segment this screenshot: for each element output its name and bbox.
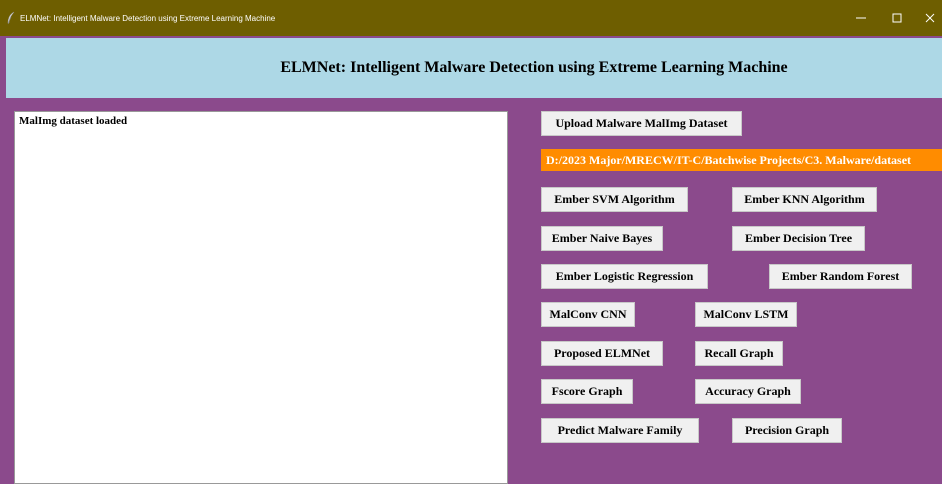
ember-naive-bayes-button[interactable]: Ember Naive Bayes — [541, 226, 663, 251]
dataset-path-label: D:/2023 Major/MRECW/IT-C/Batchwise Proje… — [541, 149, 942, 171]
ember-svm-button[interactable]: Ember SVM Algorithm — [541, 187, 688, 212]
output-text-area[interactable]: MalImg dataset loaded — [14, 111, 508, 484]
precision-graph-button[interactable]: Precision Graph — [732, 418, 842, 443]
window-title: ELMNet: Intelligent Malware Detection us… — [20, 13, 276, 23]
accuracy-graph-button[interactable]: Accuracy Graph — [695, 379, 801, 404]
upload-dataset-button[interactable]: Upload Malware MalImg Dataset — [541, 111, 742, 136]
minimize-icon[interactable] — [841, 0, 881, 36]
fscore-graph-button[interactable]: Fscore Graph — [541, 379, 633, 404]
header-banner: ELMNet: Intelligent Malware Detection us… — [6, 38, 942, 98]
ember-knn-button[interactable]: Ember KNN Algorithm — [732, 187, 877, 212]
close-icon[interactable] — [910, 0, 942, 36]
page-title: ELMNet: Intelligent Malware Detection us… — [280, 59, 788, 76]
ember-random-forest-button[interactable]: Ember Random Forest — [769, 264, 912, 289]
feather-icon — [6, 11, 16, 25]
title-bar[interactable]: ELMNet: Intelligent Malware Detection us… — [0, 0, 942, 36]
recall-graph-button[interactable]: Recall Graph — [695, 341, 783, 366]
malconv-lstm-button[interactable]: MalConv LSTM — [695, 302, 797, 327]
app-window: ELMNet: Intelligent Malware Detection us… — [0, 0, 942, 484]
ember-decision-tree-button[interactable]: Ember Decision Tree — [732, 226, 865, 251]
ember-logistic-regression-button[interactable]: Ember Logistic Regression — [541, 264, 708, 289]
proposed-elmnet-button[interactable]: Proposed ELMNet — [541, 341, 663, 366]
malconv-cnn-button[interactable]: MalConv CNN — [541, 302, 635, 327]
predict-malware-family-button[interactable]: Predict Malware Family — [541, 418, 699, 443]
